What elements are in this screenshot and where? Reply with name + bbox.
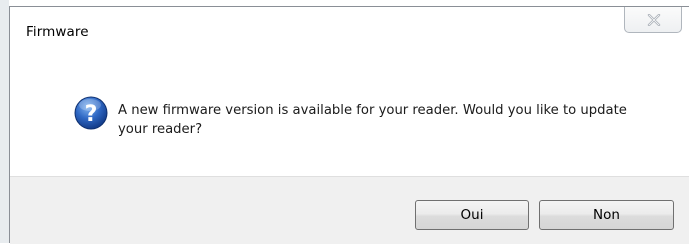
firmware-dialog: Firmware ? A new firmware version is ava… <box>9 6 689 244</box>
svg-text:?: ? <box>85 102 98 127</box>
background-window-edge <box>0 0 9 243</box>
dialog-title: Firmware <box>26 24 89 40</box>
title-bar[interactable]: Firmware <box>10 7 689 49</box>
no-button[interactable]: Non <box>539 200 674 230</box>
question-icon: ? <box>74 96 108 130</box>
dialog-content: ? A new firmware version is available fo… <box>10 49 689 176</box>
yes-button[interactable]: Oui <box>415 200 529 230</box>
close-icon <box>647 14 661 26</box>
dialog-message: A new firmware version is available for … <box>118 103 627 137</box>
close-button[interactable] <box>624 7 682 33</box>
button-bar: Oui Non <box>10 176 689 244</box>
desktop-background: Firmware ? A new firmware version is ava… <box>0 0 689 244</box>
